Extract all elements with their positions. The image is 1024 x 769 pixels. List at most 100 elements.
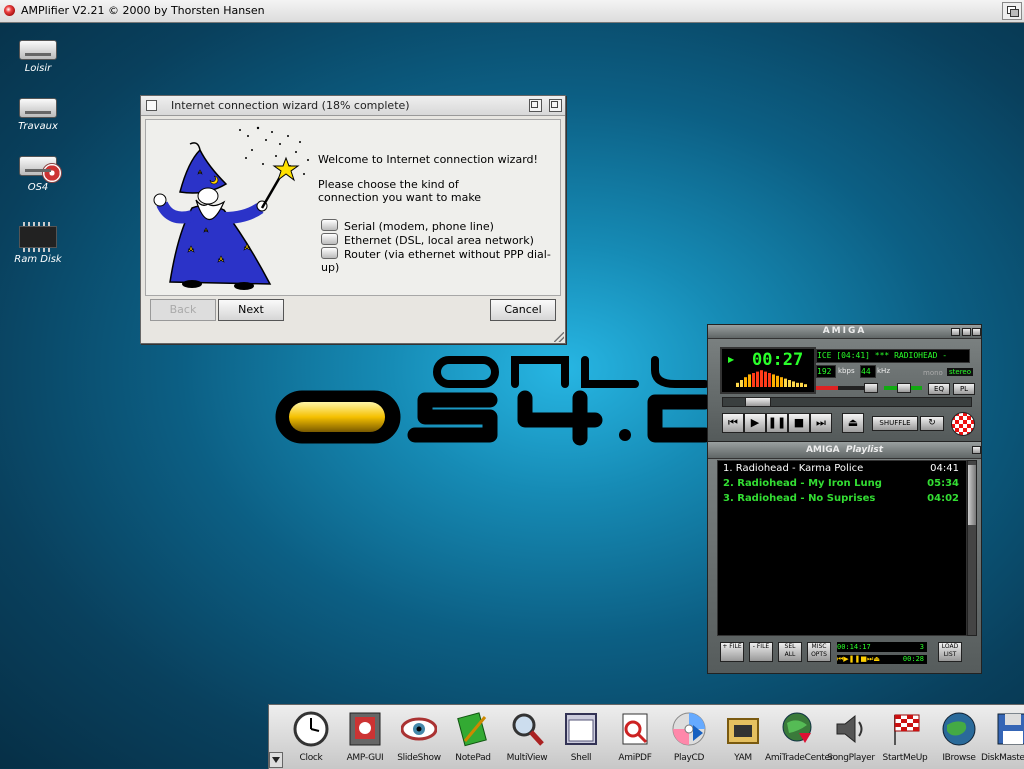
option-router[interactable]: Router (via ethernet without PPP dial-up… xyxy=(321,247,560,274)
next-button[interactable]: Next xyxy=(218,299,284,321)
spectrum-bar xyxy=(752,373,755,387)
playlist-list[interactable]: 1. Radiohead - Karma Police 04:41 2. Rad… xyxy=(717,460,967,636)
radio-button[interactable] xyxy=(321,219,338,231)
dock-item-amp-gui[interactable]: AMP-GUI xyxy=(343,711,387,763)
option-label: Router (via ethernet without PPP dial-up… xyxy=(321,248,551,274)
wizard-prompt-line: connection you want to make xyxy=(318,191,482,204)
add-file-button[interactable]: + FILE xyxy=(720,642,744,662)
back-button[interactable]: Back xyxy=(150,299,216,321)
amplifier-player-window[interactable]: AMIGA ▶ 00:27 ICE [04:41] *** RADIOHEAD … xyxy=(707,324,982,443)
balance-slider[interactable] xyxy=(884,383,922,393)
position-time: 00:28 xyxy=(902,655,924,663)
dock-item-multiview[interactable]: MultiView xyxy=(505,711,549,763)
total-time: 00:14:17 xyxy=(837,643,871,651)
mailbox-icon xyxy=(725,711,761,747)
eject-button[interactable]: ⏏ xyxy=(842,413,864,433)
close-gadget-icon[interactable] xyxy=(146,100,157,111)
option-label: Serial (modem, phone line) xyxy=(344,220,494,233)
desktop-icon-loisir[interactable]: Loisir xyxy=(6,40,70,74)
playlist-title-bar[interactable]: AMIGA Playlist xyxy=(708,442,981,459)
load-list-button[interactable]: LOAD LIST xyxy=(938,642,962,662)
volume-slider[interactable] xyxy=(816,383,878,393)
dock-item-clock[interactable]: Clock xyxy=(289,711,333,763)
seek-bar[interactable] xyxy=(722,397,972,407)
eq-button[interactable]: EQ xyxy=(928,383,950,395)
eye-icon xyxy=(400,711,438,747)
player-display: ▶ 00:27 xyxy=(720,347,816,394)
playlist-track[interactable]: 1. Radiohead - Karma Police 04:41 xyxy=(723,463,963,474)
seek-handle[interactable] xyxy=(745,397,772,407)
volume-handle[interactable] xyxy=(864,383,878,393)
screen-title: AMPlifier V2.21 © 2000 by Thorsten Hanse… xyxy=(21,4,265,17)
desktop-icon-os4[interactable]: OS4 xyxy=(6,156,70,193)
spectrum-bar xyxy=(788,380,791,387)
playlist-toggle-button[interactable]: PL xyxy=(953,383,975,395)
stereo-indicator: stereo xyxy=(947,368,974,376)
zoom-gadget-icon[interactable] xyxy=(529,99,542,112)
dock-item-shell[interactable]: Shell xyxy=(559,711,603,763)
desktop-icon-travaux[interactable]: Travaux xyxy=(6,98,70,132)
mono-indicator: mono xyxy=(923,369,943,377)
previous-button[interactable]: ⏮ xyxy=(722,413,744,433)
spectrum-bar xyxy=(776,375,779,387)
magnifier-icon xyxy=(509,711,545,747)
boing-ball-icon[interactable] xyxy=(951,412,975,436)
stop-button[interactable]: ■ xyxy=(788,413,810,433)
player-title-bar[interactable]: AMIGA xyxy=(708,325,981,339)
dock-item-yam[interactable]: YAM xyxy=(721,711,765,763)
spectrum-bar xyxy=(768,373,771,387)
screen-depth-gadget[interactable] xyxy=(1002,2,1022,20)
play-button[interactable]: ▶ xyxy=(744,413,766,433)
remove-file-button[interactable]: - FILE xyxy=(749,642,773,662)
radio-button[interactable] xyxy=(321,233,338,245)
mini-controls-icon[interactable]: ⏮▶❚❚■⏭⏏ xyxy=(837,655,880,663)
balance-handle[interactable] xyxy=(897,383,911,393)
shell-icon xyxy=(563,711,599,747)
playlist-scrollbar[interactable] xyxy=(967,460,977,636)
close-icon[interactable] xyxy=(972,446,981,454)
spectrum-bar xyxy=(784,378,787,387)
pause-button[interactable]: ❚❚ xyxy=(766,413,788,433)
screen-title-bar[interactable]: AMPlifier V2.21 © 2000 by Thorsten Hanse… xyxy=(0,0,1024,23)
dock-item-notepad[interactable]: NotePad xyxy=(451,711,495,763)
shuffle-button[interactable]: SHUFFLE xyxy=(872,416,918,431)
track-title: 1. Radiohead - Karma Police xyxy=(723,463,864,474)
close-icon[interactable] xyxy=(972,328,981,336)
dock-item-playcd[interactable]: PlayCD xyxy=(667,711,711,763)
window-title-bar[interactable]: Internet connection wizard (18% complete… xyxy=(141,96,565,116)
option-serial[interactable]: Serial (modem, phone line) xyxy=(321,219,494,233)
cancel-button[interactable]: Cancel xyxy=(490,299,556,321)
samplerate-label: kHz xyxy=(877,367,890,375)
option-ethernet[interactable]: Ethernet (DSL, local area network) xyxy=(321,233,534,247)
next-track-button[interactable]: ⏭ xyxy=(810,413,832,433)
spectrum-bar xyxy=(804,384,807,387)
dock-item-amipdf[interactable]: AmiPDF xyxy=(613,711,657,763)
spectrum-bar xyxy=(792,381,795,387)
speaker-icon xyxy=(833,711,869,747)
spectrum-bar xyxy=(780,377,783,387)
minimize-icon[interactable] xyxy=(951,328,960,336)
volume-fill xyxy=(816,386,838,390)
mini-transport[interactable]: ⏮▶❚❚■⏭⏏ 00:28 xyxy=(837,655,927,664)
spectrum-bar xyxy=(748,374,751,387)
desktop-icon-ram-disk[interactable]: Ram Disk xyxy=(6,220,70,265)
playlist-total-time: 00:14:17 3 xyxy=(837,642,927,652)
playlist-track[interactable]: 2. Radiohead - My Iron Lung 05:34 xyxy=(723,478,963,489)
playlist-window[interactable]: AMIGA Playlist 1. Radiohead - Karma Poli… xyxy=(707,441,982,674)
radio-button[interactable] xyxy=(321,247,338,259)
internet-wizard-window[interactable]: Internet connection wizard (18% complete… xyxy=(140,95,566,344)
misc-options-button[interactable]: MISC OPTS xyxy=(807,642,831,662)
select-all-button[interactable]: SEL ALL xyxy=(778,642,802,662)
dock-item-amitradecenter[interactable]: AmiTradeCenter xyxy=(765,711,833,763)
dock-item-ibrowse[interactable]: IBrowse xyxy=(937,711,981,763)
dock-item-diskmaster2-os4[interactable]: DiskMaster2.OS4 xyxy=(981,711,1024,763)
repeat-button[interactable]: ↻ xyxy=(920,416,944,431)
resize-gadget-icon[interactable] xyxy=(554,332,564,342)
dock-item-songplayer[interactable]: SongPlayer xyxy=(827,711,875,763)
dock-item-slideshow[interactable]: SlideShow xyxy=(397,711,441,763)
depth-gadget-icon[interactable] xyxy=(549,99,562,112)
shade-icon[interactable] xyxy=(962,328,971,336)
dock-item-startmeup[interactable]: StartMeUp xyxy=(883,711,928,763)
playlist-track[interactable]: 3. Radiohead - No Suprises 04:02 xyxy=(723,493,963,504)
amidock[interactable]: Clock AMP-GUI SlideShow NotePad MultiView She… xyxy=(268,704,1024,769)
